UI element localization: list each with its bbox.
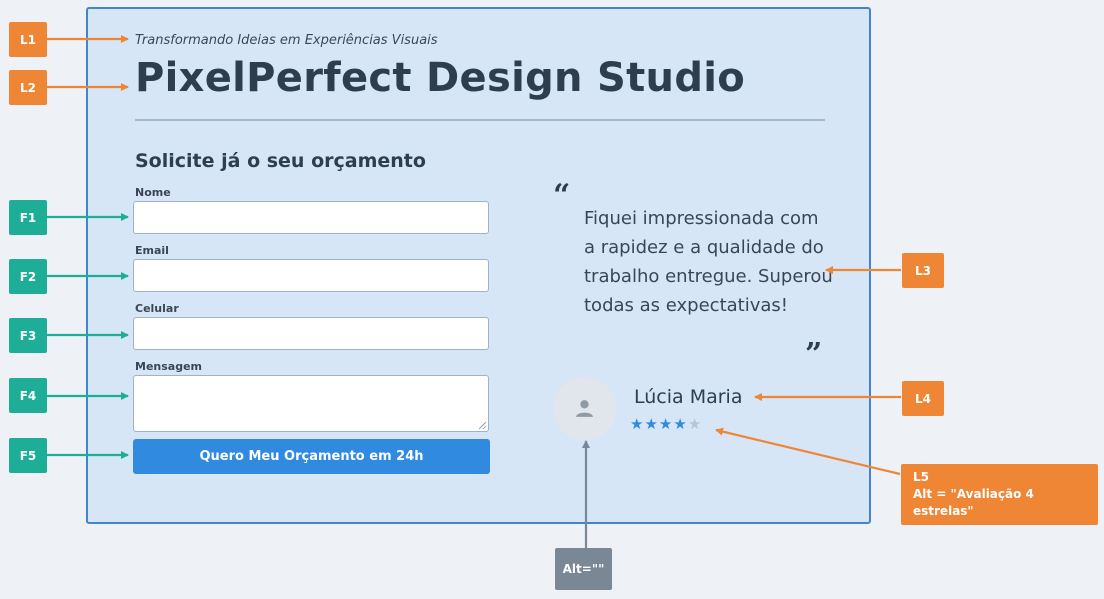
message-label: Mensagem — [135, 360, 203, 373]
tag-L3: L3 — [902, 253, 944, 288]
star-icon: ★ — [673, 415, 687, 433]
open-quote-icon: “ — [553, 178, 571, 213]
contact-panel: Transformando Ideias em Experiências Vis… — [86, 7, 871, 524]
star-icon: ★ — [658, 415, 673, 433]
tag-L4: L4 — [902, 381, 944, 416]
tag-L2: L2 — [9, 70, 47, 105]
tag-L5: L5 Alt = "Avaliação 4 estrelas" — [901, 464, 1098, 525]
tag-avatar-alt: Alt="" — [555, 548, 612, 590]
name-label: Nome — [135, 186, 171, 199]
tag-F4: F4 — [9, 378, 47, 413]
email-label: Email — [135, 244, 169, 257]
tag-L1: L1 — [9, 22, 47, 57]
page-title: PixelPerfect Design Studio — [135, 55, 746, 101]
close-quote-icon: ” — [805, 337, 823, 372]
resize-handle-icon[interactable] — [479, 422, 486, 429]
star-rating: ★ ★ ★ ★ ★ — [630, 417, 701, 432]
phone-field[interactable] — [133, 317, 489, 350]
user-icon — [576, 400, 593, 417]
tagline: Transformando Ideias em Experiências Vis… — [135, 33, 438, 48]
tag-L5-alt: Alt = "Avaliação 4 estrelas" — [913, 487, 1034, 518]
testimonial-author: Lúcia Maria — [634, 386, 743, 408]
message-field[interactable] — [133, 375, 489, 432]
testimonial-quote: Fiquei impressionada com a rapidez e a q… — [584, 208, 833, 316]
star-icon: ★ — [687, 415, 702, 433]
email-field[interactable] — [133, 259, 489, 292]
tag-L5-label: L5 — [913, 470, 929, 484]
phone-label: Celular — [135, 302, 179, 315]
star-icon: ★ — [644, 415, 658, 433]
tag-F2: F2 — [9, 259, 47, 294]
name-field[interactable] — [133, 201, 489, 234]
star-icon: ★ — [630, 415, 644, 433]
submit-button[interactable]: Quero Meu Orçamento em 24h — [133, 439, 490, 474]
tag-F3: F3 — [9, 318, 47, 353]
title-divider — [135, 119, 825, 121]
tag-F5: F5 — [9, 438, 47, 473]
avatar — [553, 377, 616, 440]
tag-F1: F1 — [9, 200, 47, 235]
form-title: Solicite já o seu orçamento — [135, 150, 426, 172]
